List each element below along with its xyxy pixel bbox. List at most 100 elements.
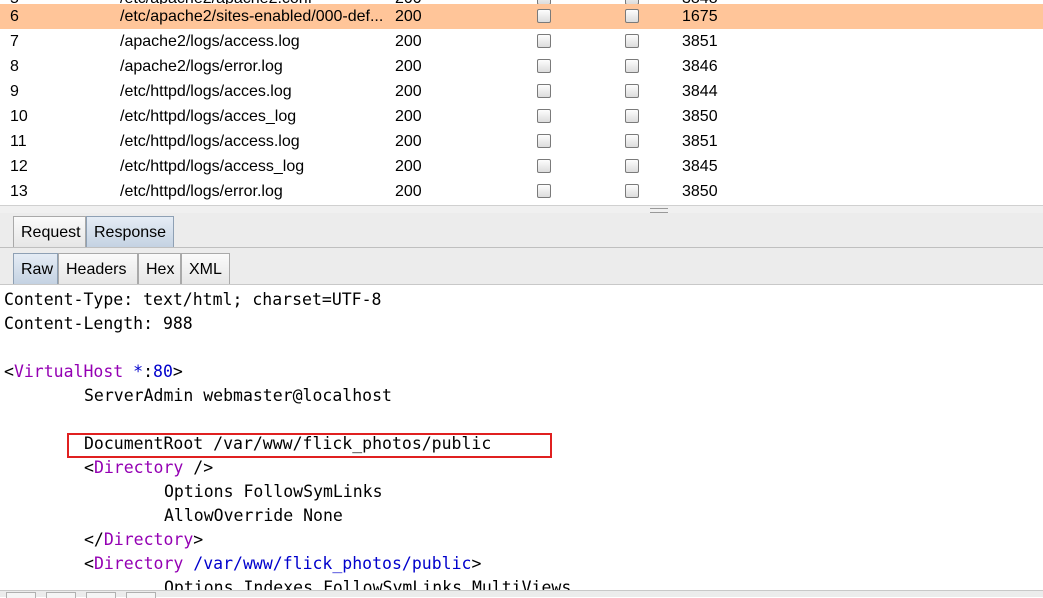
row-error-checkbox[interactable]	[537, 54, 553, 79]
tab-response[interactable]: Response	[86, 216, 174, 247]
row-timeout-checkbox[interactable]	[625, 129, 641, 154]
row-payload: /apache2/logs/error.log	[120, 58, 283, 75]
row-payload: /etc/httpd/logs/acces.log	[120, 83, 292, 100]
row-error-checkbox[interactable]	[537, 154, 553, 179]
virtualhost-tag: VirtualHost	[13, 362, 124, 381]
row-payload: /apache2/logs/access.log	[120, 33, 300, 50]
search-help-button[interactable]	[6, 592, 36, 598]
bracket: >	[172, 362, 183, 381]
table-row[interactable]: 11/etc/httpd/logs/access.log 200 3851	[0, 129, 1043, 154]
row-status: 200	[395, 133, 422, 150]
row-payload: /etc/httpd/logs/acces_log	[120, 108, 297, 125]
options-multiviews-line: Options Indexes FollowSymLinks MultiView…	[164, 578, 572, 590]
row-length: 3851	[682, 33, 718, 50]
row-number: 8	[10, 58, 19, 75]
row-timeout-checkbox[interactable]	[625, 179, 641, 204]
dir-path-part: public	[411, 554, 472, 573]
row-status: 200	[395, 183, 422, 200]
bracket: />	[183, 458, 214, 477]
allow-override-line: AllowOverride None	[164, 506, 343, 525]
content-length-line: Content-Length: 988	[4, 314, 193, 333]
server-admin-line: ServerAdmin webmaster@localhost	[84, 386, 392, 405]
row-number: 9	[10, 83, 19, 100]
table-row[interactable]: 9/etc/httpd/logs/acces.log 200 3844	[0, 79, 1043, 104]
row-error-checkbox[interactable]	[537, 104, 553, 129]
row-number: 12	[10, 158, 28, 175]
row-length: 3850	[682, 183, 718, 200]
dir-path-part: /flick_photos/	[272, 554, 412, 573]
table-row[interactable]: 6/etc/apache2/sites-enabled/000-def... 20…	[0, 4, 1043, 29]
tab-request[interactable]: Request	[13, 216, 86, 247]
vhost-colon: :	[143, 362, 154, 381]
row-error-checkbox[interactable]	[537, 4, 553, 29]
row-timeout-checkbox[interactable]	[625, 4, 641, 29]
directory-tag: Directory	[103, 530, 194, 549]
row-number: 10	[10, 108, 28, 125]
directory-open-line: <Directory />	[84, 456, 213, 480]
tab-xml[interactable]: XML	[181, 253, 230, 284]
row-timeout-checkbox[interactable]	[625, 29, 641, 54]
tab-hex[interactable]: Hex	[138, 253, 181, 284]
row-error-checkbox[interactable]	[537, 79, 553, 104]
table-row[interactable]: 10/etc/httpd/logs/acces_log 200 3850	[0, 104, 1043, 129]
table-row[interactable]: 13/etc/httpd/logs/error.log 200 3850	[0, 179, 1043, 204]
row-length: 1675	[682, 8, 718, 25]
row-payload: /etc/httpd/logs/access.log	[120, 133, 300, 150]
bracket: >	[193, 530, 204, 549]
row-payload: /etc/httpd/logs/error.log	[120, 183, 283, 200]
tab-headers[interactable]: Headers	[58, 253, 138, 284]
directory-tag: Directory	[93, 554, 184, 573]
message-tabbar: Request Response	[0, 213, 1043, 248]
bracket: <	[4, 362, 14, 381]
row-length: 3851	[682, 133, 718, 150]
search-add-button[interactable]	[86, 592, 116, 598]
results-table: 5 /etc/apache2/apache2.conf 200 3848 6/e…	[0, 0, 1043, 205]
document-root-line: DocumentRoot /var/www/flick_photos/publi…	[84, 434, 492, 453]
row-timeout-checkbox[interactable]	[625, 154, 641, 179]
row-length: 3844	[682, 83, 718, 100]
virtualhost-open-line: <VirtualHost *:80>	[4, 360, 183, 384]
view-tabbar: Raw Headers Hex XML	[0, 248, 1043, 285]
row-timeout-checkbox[interactable]	[625, 54, 641, 79]
row-error-checkbox[interactable]	[537, 29, 553, 54]
bracket: <	[84, 554, 94, 573]
row-status: 200	[395, 58, 422, 75]
options-line: Options FollowSymLinks	[164, 482, 383, 501]
row-length: 3846	[682, 58, 718, 75]
response-body[interactable]: Content-Type: text/html; charset=UTF-8 C…	[0, 285, 1043, 590]
row-length: 3845	[682, 158, 718, 175]
row-status: 200	[395, 8, 422, 25]
row-timeout-checkbox[interactable]	[625, 104, 641, 129]
directory-close-line: </Directory>	[84, 528, 203, 552]
row-status: 200	[395, 108, 422, 125]
row-error-checkbox[interactable]	[537, 129, 553, 154]
dir-path-part: www	[242, 554, 273, 573]
row-status: 200	[395, 158, 422, 175]
row-error-checkbox[interactable]	[537, 179, 553, 204]
tab-raw[interactable]: Raw	[13, 253, 58, 284]
table-row[interactable]: 7/apache2/logs/access.log 200 3851	[0, 29, 1043, 54]
search-prev-button[interactable]	[46, 592, 76, 598]
search-next-button[interactable]	[126, 592, 156, 598]
content-type-line: Content-Type: text/html; charset=UTF-8	[4, 290, 382, 309]
vhost-port: 80	[153, 362, 173, 381]
row-timeout-checkbox[interactable]	[625, 79, 641, 104]
row-number: 6	[10, 8, 19, 25]
bracket: >	[471, 554, 482, 573]
row-number: 7	[10, 33, 19, 50]
row-payload: /etc/apache2/sites-enabled/000-def...	[120, 8, 384, 25]
row-payload: /etc/httpd/logs/access_log	[120, 158, 305, 175]
vhost-star: *	[123, 362, 144, 381]
row-status: 200	[395, 83, 422, 100]
directory-path-line: <Directory /var/www/flick_photos/public>	[84, 552, 481, 576]
row-length: 3850	[682, 108, 718, 125]
row-number: 11	[10, 133, 27, 150]
row-status: 200	[395, 33, 422, 50]
bracket: <	[84, 458, 94, 477]
table-row[interactable]: 12/etc/httpd/logs/access_log 200 3845	[0, 154, 1043, 179]
row-number: 13	[10, 183, 28, 200]
table-row[interactable]: 8/apache2/logs/error.log 200 3846	[0, 54, 1043, 79]
directory-tag: Directory	[93, 458, 184, 477]
dir-path-part: /var/	[193, 554, 243, 573]
